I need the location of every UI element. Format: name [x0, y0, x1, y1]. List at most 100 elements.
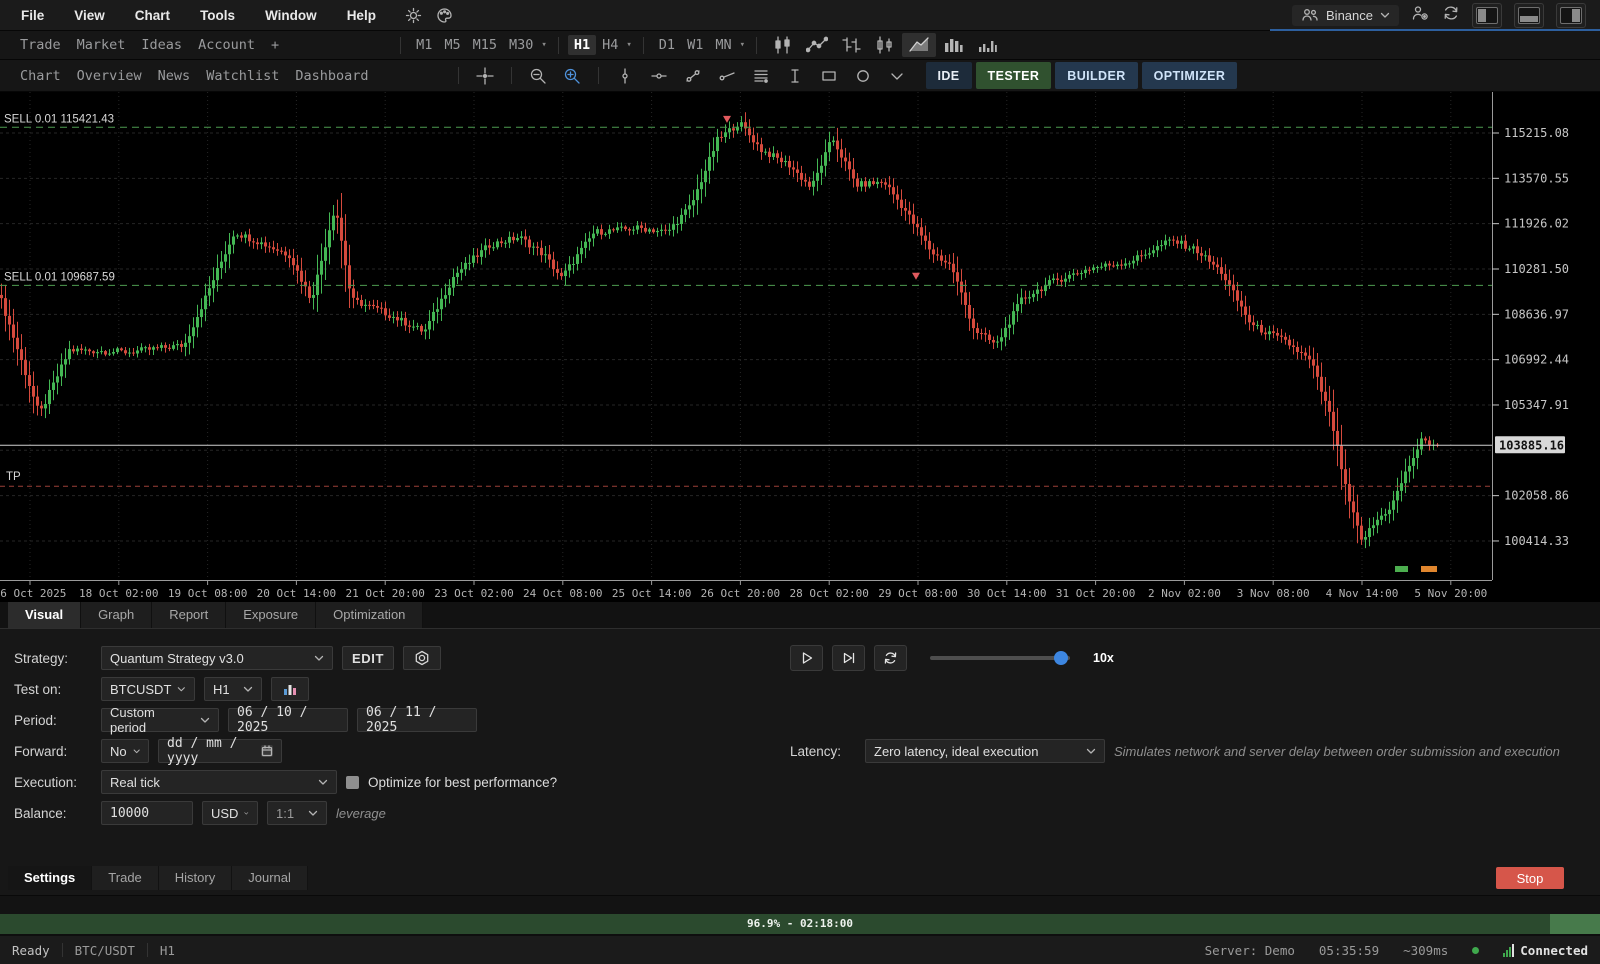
tf-hours-caret-icon[interactable]: ▾ [626, 40, 631, 50]
menu-help[interactable]: Help [332, 8, 391, 23]
layout-bottom-panel-icon[interactable] [1514, 3, 1544, 28]
line-chart-icon[interactable] [800, 33, 834, 57]
mode-tester-button[interactable]: TESTER [976, 62, 1052, 89]
text-tool-icon[interactable] [778, 64, 812, 88]
connection-status[interactable]: Connected [1503, 943, 1588, 958]
hollow-candles-icon[interactable] [868, 33, 902, 57]
status-symbol[interactable]: BTC/USDT [75, 943, 135, 958]
histogram-icon[interactable] [970, 33, 1004, 57]
zoom-in-icon[interactable] [555, 64, 589, 88]
tab-report[interactable]: Report [152, 602, 226, 628]
tab-history[interactable]: History [159, 866, 232, 890]
menu-chart[interactable]: Chart [120, 8, 185, 23]
tf-h4[interactable]: H4 [596, 35, 624, 55]
restart-loop-button[interactable] [874, 645, 907, 671]
tf-minutes-caret-icon[interactable]: ▾ [541, 40, 546, 50]
account-settings-icon[interactable] [1411, 5, 1430, 26]
layout-right-panel-icon[interactable] [1556, 3, 1586, 28]
execution-select[interactable]: Real tick [101, 770, 337, 794]
tab-optimization[interactable]: Optimization [316, 602, 423, 628]
tab-exposure[interactable]: Exposure [226, 602, 316, 628]
nav-overview[interactable]: Overview [69, 68, 150, 84]
menu-window[interactable]: Window [250, 8, 332, 23]
candlestick-chart-icon[interactable] [766, 33, 800, 57]
menu-tools[interactable]: Tools [185, 8, 250, 23]
edit-strategy-button[interactable]: EDIT [342, 646, 394, 670]
tab-settings[interactable]: Settings [8, 866, 92, 890]
latency-hint: Simulates network and server delay betwe… [1114, 744, 1560, 759]
tab-journal[interactable]: Journal [232, 866, 308, 890]
ray-tool-icon[interactable] [710, 64, 744, 88]
layout-left-panel-icon[interactable] [1472, 3, 1502, 28]
period-mode-select[interactable]: Custom period [101, 708, 219, 732]
tf-days-caret-icon[interactable]: ▾ [740, 40, 745, 50]
volume-columns-icon[interactable] [936, 33, 970, 57]
optimize-checkbox[interactable] [346, 776, 359, 789]
tf-d1[interactable]: D1 [653, 35, 681, 55]
trend-line-tool-icon[interactable] [676, 64, 710, 88]
symbol-select[interactable]: BTCUSDT [101, 677, 195, 701]
mode-ide-button[interactable]: IDE [926, 62, 972, 89]
nav-watchlist[interactable]: Watchlist [198, 68, 287, 84]
tab-account[interactable]: Account [190, 37, 263, 53]
tf-m5[interactable]: M5 [438, 35, 466, 55]
zoom-out-icon[interactable] [521, 64, 555, 88]
exchange-selector[interactable]: Binance [1292, 5, 1399, 26]
panel-gap [0, 895, 1600, 914]
crosshair-icon[interactable] [468, 64, 502, 88]
menu-view[interactable]: View [59, 8, 120, 23]
ellipse-tool-icon[interactable] [846, 64, 880, 88]
tab-trade[interactable]: Trade [92, 866, 158, 890]
latency-select[interactable]: Zero latency, ideal execution [865, 739, 1105, 763]
period-from-input[interactable]: 06 / 10 / 2025 [228, 708, 348, 732]
rectangle-tool-icon[interactable] [812, 64, 846, 88]
calendar-icon[interactable] [261, 745, 273, 757]
balance-input[interactable]: 10000 [101, 801, 193, 825]
optimize-checkbox-label[interactable]: Optimize for best performance? [368, 775, 557, 790]
period-to-input[interactable]: 06 / 11 / 2025 [357, 708, 477, 732]
symbol-chart-button[interactable] [271, 677, 309, 701]
ohlc-bars-icon[interactable] [834, 33, 868, 57]
horizontal-line-tool-icon[interactable] [642, 64, 676, 88]
add-tab-button[interactable]: + [263, 37, 287, 53]
play-button[interactable] [790, 645, 823, 671]
leverage-select[interactable]: 1:1 [267, 801, 327, 825]
tab-market[interactable]: Market [69, 37, 134, 53]
mode-optimizer-button[interactable]: OPTIMIZER [1142, 62, 1238, 89]
tf-mn[interactable]: MN [709, 35, 737, 55]
tf-m30[interactable]: M30 [503, 35, 539, 55]
forward-select[interactable]: No [101, 739, 149, 763]
tab-ideas[interactable]: Ideas [133, 37, 190, 53]
stop-button[interactable]: Stop [1496, 867, 1564, 889]
tab-graph[interactable]: Graph [81, 602, 152, 628]
nav-chart[interactable]: Chart [12, 68, 69, 84]
price-chart[interactable]: SELL 0.01 115421.43SELL 0.01 109687.59TP… [0, 92, 1600, 602]
nav-news[interactable]: News [150, 68, 199, 84]
mode-builder-button[interactable]: BUILDER [1055, 62, 1137, 89]
tf-h1[interactable]: H1 [568, 35, 596, 55]
strategy-select[interactable]: Quantum Strategy v3.0 [101, 646, 333, 670]
nav-dashboard[interactable]: Dashboard [287, 68, 376, 84]
area-chart-icon[interactable] [902, 33, 936, 57]
fib-levels-tool-icon[interactable] [744, 64, 778, 88]
settings-gear-icon[interactable] [405, 7, 422, 24]
vertical-line-tool-icon[interactable] [608, 64, 642, 88]
svg-text:3 Nov 08:00: 3 Nov 08:00 [1237, 587, 1310, 600]
tab-trade[interactable]: Trade [12, 37, 69, 53]
menu-file[interactable]: File [6, 8, 59, 23]
tf-m1[interactable]: M1 [410, 35, 438, 55]
currency-select[interactable]: USD [202, 801, 258, 825]
speed-slider[interactable] [930, 656, 1070, 660]
tf-m15[interactable]: M15 [467, 35, 503, 55]
more-tools-chevron-icon[interactable] [880, 64, 914, 88]
timeframe-select[interactable]: H1 [204, 677, 262, 701]
sync-icon[interactable] [1442, 5, 1460, 26]
tf-w1[interactable]: W1 [681, 35, 709, 55]
theme-palette-icon[interactable] [436, 7, 453, 24]
tab-visual[interactable]: Visual [8, 602, 81, 628]
status-timeframe[interactable]: H1 [160, 943, 175, 958]
step-forward-button[interactable] [832, 645, 865, 671]
strategy-settings-button[interactable] [403, 646, 441, 670]
forward-date-input[interactable]: dd / mm / yyyy [158, 739, 282, 763]
speed-slider-thumb[interactable] [1054, 651, 1068, 665]
